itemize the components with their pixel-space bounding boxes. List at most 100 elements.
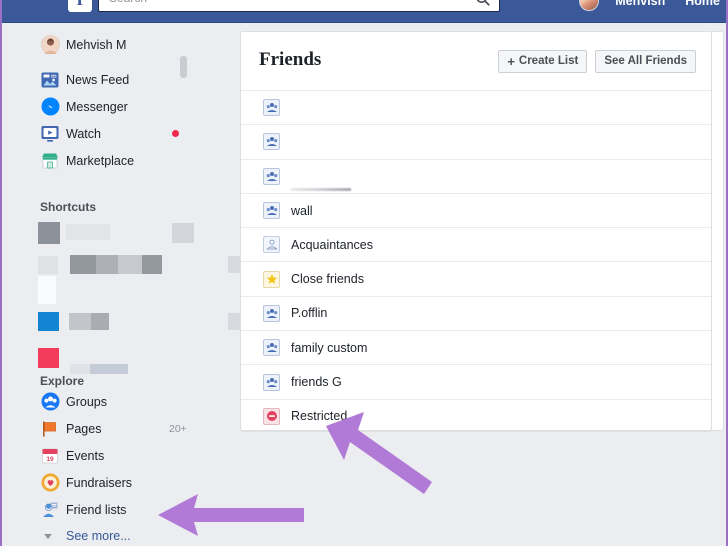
redacted-text [291, 187, 351, 191]
sidebar-item-label: Messenger [66, 99, 128, 114]
redacted-block [38, 256, 58, 274]
redacted-block [70, 364, 90, 374]
list-item-label: P.offlin [291, 306, 328, 321]
redacted-block [70, 255, 96, 274]
facebook-top-navbar: f Search Mehvish Home [2, 0, 726, 23]
sidebar-item-label: Pages [66, 421, 102, 436]
friends-panel: Friends + Create List See All Friends wa… [240, 31, 712, 431]
shortcuts-redacted-block [4, 214, 242, 374]
list-item-friends-g[interactable]: friends G [241, 364, 711, 398]
sidebar-item-events[interactable]: 19 Events [4, 442, 232, 469]
svg-text:19: 19 [46, 456, 54, 463]
search-icon[interactable] [475, 0, 491, 7]
facebook-logo-icon[interactable]: f [68, 0, 92, 12]
list-item-p-offlin[interactable]: P.offlin [241, 295, 711, 330]
groups-icon [40, 392, 60, 412]
list-item-label: family custom [291, 340, 368, 355]
nav-profile-link[interactable]: Mehvish [605, 0, 675, 12]
page-title: Friends [259, 49, 322, 70]
sidebar-item-label: News Feed [66, 72, 130, 87]
marketplace-icon [40, 151, 60, 171]
arrow-pointing-to-friend-lists [158, 494, 304, 536]
watch-notification-dot [172, 130, 179, 137]
friends-list-icon [263, 99, 280, 117]
acquaintances-icon [263, 236, 280, 254]
redacted-block [38, 348, 59, 368]
browser-page: f Search Mehvish Home [0, 0, 728, 546]
redacted-block [38, 222, 60, 244]
redacted-block [69, 313, 91, 330]
search-placeholder-text: Search [109, 0, 147, 5]
friend-lists-icon [40, 500, 60, 520]
plus-icon: + [507, 53, 515, 69]
list-item-close-friends[interactable]: Close friends [241, 261, 711, 295]
left-sidebar: Mehvish M News Feed Messenger Watch Mark… [4, 23, 242, 546]
list-item-label: friends G [291, 375, 342, 390]
chevron-down-icon [44, 533, 52, 539]
sidebar-item-news-feed[interactable]: News Feed [4, 66, 232, 93]
pages-flag-icon [40, 419, 60, 439]
redacted-block [91, 313, 109, 330]
see-more-label: See more... [66, 529, 131, 543]
sidebar-item-pages[interactable]: Pages 20+ [4, 415, 232, 442]
watch-icon [40, 124, 60, 144]
create-list-label: Create List [518, 55, 579, 67]
sidebar-item-label: Watch [66, 126, 101, 141]
navbar-right-links: Mehvish Home [579, 0, 726, 18]
pages-count-badge: 20+ [169, 422, 187, 435]
redacted-block [118, 255, 142, 274]
search-input[interactable]: Search [98, 0, 500, 12]
restricted-icon [263, 407, 280, 425]
redacted-block [142, 255, 162, 274]
friends-list-icon [263, 339, 280, 357]
redacted-block [38, 312, 59, 331]
friends-panel-header: Friends + Create List See All Friends [241, 32, 711, 90]
friends-list-icon [263, 133, 280, 151]
list-item[interactable] [241, 90, 711, 126]
friends-panel-actions: + Create List See All Friends [498, 50, 696, 73]
list-item-family-custom[interactable]: family custom [241, 330, 711, 364]
list-item-label: wall [291, 203, 313, 218]
friends-list-icon [263, 202, 280, 220]
list-item-restricted[interactable]: Restricted [241, 398, 711, 430]
list-item[interactable] [241, 158, 711, 194]
user-avatar-icon [40, 35, 60, 55]
right-column-sliver [710, 31, 724, 431]
sidebar-item-label: Marketplace [66, 153, 135, 168]
sidebar-item-messenger[interactable]: Messenger [4, 93, 232, 120]
list-item-wall[interactable]: wall [241, 192, 711, 227]
sidebar-item-label: Events [66, 448, 105, 463]
sidebar-profile-label: Mehvish M [66, 37, 127, 52]
redacted-block [38, 276, 56, 304]
events-calendar-icon: 19 [40, 446, 60, 466]
create-list-button[interactable]: + Create List [498, 50, 588, 73]
fundraisers-heart-icon [40, 473, 60, 493]
avatar[interactable] [579, 0, 600, 11]
friends-list-icon [263, 167, 280, 185]
nav-home-link[interactable]: Home [675, 0, 726, 12]
sidebar-item-groups[interactable]: Groups [4, 388, 232, 415]
sidebar-item-label: Friend lists [66, 502, 127, 517]
redacted-block [96, 255, 118, 274]
sidebar-item-label: Fundraisers [66, 475, 132, 490]
list-item[interactable] [241, 124, 711, 160]
friends-list-icon [263, 373, 280, 391]
sidebar-item-watch[interactable]: Watch [4, 120, 232, 147]
redacted-block [172, 223, 194, 243]
list-item-label: Acquaintances [291, 237, 374, 252]
list-item-label: Close friends [291, 272, 364, 287]
sidebar-heading-shortcuts: Shortcuts [40, 200, 97, 214]
star-icon [263, 270, 280, 288]
see-all-friends-button[interactable]: See All Friends [595, 50, 696, 73]
friends-list-icon [263, 304, 280, 322]
sidebar-item-profile[interactable]: Mehvish M [4, 31, 232, 58]
sidebar-item-marketplace[interactable]: Marketplace [4, 147, 232, 174]
sidebar-item-label: Groups [66, 394, 107, 409]
arrow-pointing-to-restricted [326, 412, 432, 494]
messenger-icon [40, 97, 60, 117]
redacted-block [90, 364, 128, 374]
list-item-acquaintances[interactable]: Acquaintances [241, 227, 711, 261]
see-all-friends-label: See All Friends [604, 55, 687, 67]
news-feed-icon [40, 70, 60, 90]
redacted-block [66, 224, 110, 240]
